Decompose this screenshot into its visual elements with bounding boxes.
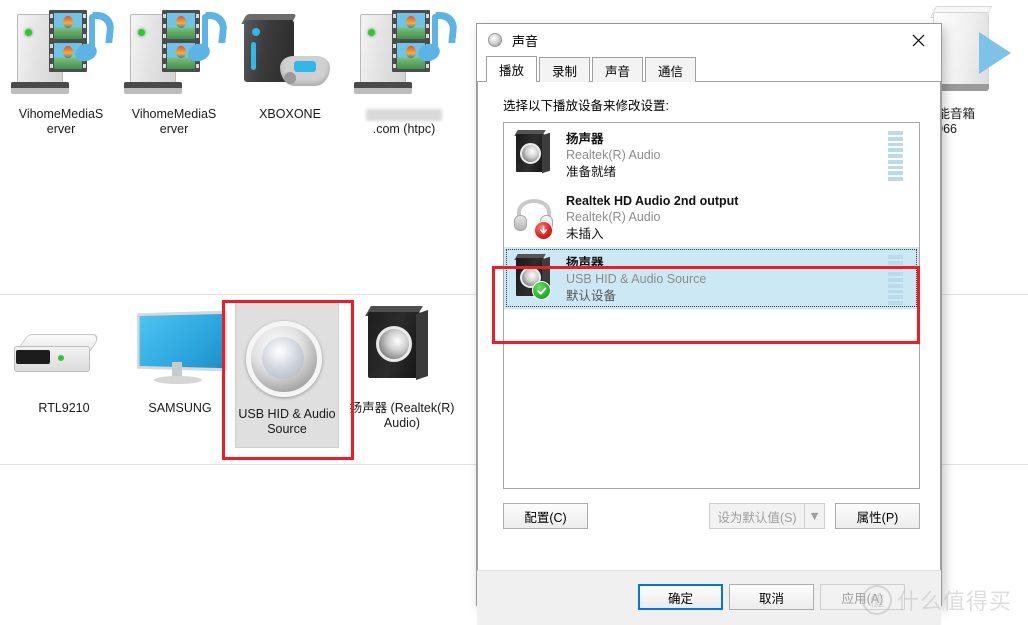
properties-button[interactable]: 属性(P) <box>835 503 920 529</box>
chevron-down-icon[interactable]: ▼ <box>804 503 825 529</box>
device-name: Realtek HD Audio 2nd output <box>566 194 739 208</box>
desktop-icon-htpc[interactable]: .com (htpc) <box>348 6 460 137</box>
volume-meter <box>888 131 903 182</box>
device-text-block: 扬声器 USB HID & Audio Source 默认设备 <box>566 253 888 305</box>
redacted-hostname <box>366 108 442 121</box>
dialog-tabs: 播放 录制 声音 通信 <box>477 56 941 82</box>
dialog-body: 选择以下播放设备来修改设置: 扬声器 Realtek(R) Audio 准备就绪 <box>477 82 941 570</box>
unplugged-badge-icon <box>534 221 553 240</box>
tab-communications[interactable]: 通信 <box>645 57 697 82</box>
tab-sounds[interactable]: 声音 <box>592 57 644 82</box>
dialog-title: 声音 <box>512 33 539 49</box>
cancel-button[interactable]: 取消 <box>729 584 814 610</box>
headphones-icon <box>510 191 560 243</box>
device-status: 默认设备 <box>566 289 617 303</box>
set-default-button[interactable]: 设为默认值(S) <box>709 503 804 529</box>
desktop-icon-usb-hid-audio-source[interactable]: USB HID & Audio Source <box>235 303 339 448</box>
desktop-icon-label: VihomeMediaS erver <box>18 107 104 136</box>
desktop-icon-label: 扬声器 (Realtek(R) Audio) <box>349 401 455 430</box>
volume-meter <box>888 193 903 243</box>
ok-button[interactable]: 确定 <box>638 584 723 610</box>
media-server-icon <box>9 6 116 104</box>
tab-recording[interactable]: 录制 <box>539 57 591 82</box>
media-server-icon <box>122 6 229 104</box>
speaker-box-icon <box>350 300 454 398</box>
speaker-icon <box>487 31 505 49</box>
close-icon[interactable] <box>895 24 941 56</box>
desktop-icon-vihomemediaserver-2[interactable]: VihomeMediaS erver <box>118 6 230 137</box>
device-list-item-realtek-2nd-output[interactable]: Realtek HD Audio 2nd output Realtek(R) A… <box>504 185 919 247</box>
device-list-item-speakers-usb[interactable]: 扬声器 USB HID & Audio Source 默认设备 <box>504 247 919 309</box>
default-device-check-icon <box>532 281 551 300</box>
playback-hint-text: 选择以下播放设备来修改设置: <box>503 99 669 113</box>
desktop-background: VihomeMediaS erver VihomeMediaS erver XB… <box>0 0 1028 625</box>
desktop-icon-label: XBOXONE <box>259 107 321 121</box>
desktop-icon-label: .com (htpc) <box>372 122 436 136</box>
desktop-icon-xboxone[interactable]: XBOXONE <box>234 6 346 122</box>
tab-playback[interactable]: 播放 <box>486 56 538 82</box>
external-drive-icon <box>12 300 116 398</box>
dialog-footer: 确定 取消 应用(A) <box>477 570 941 625</box>
desktop-icon-label: USB HID & Audio Source <box>238 407 336 436</box>
speaker-box-icon <box>510 129 560 181</box>
device-name: 扬声器 <box>566 132 604 146</box>
device-action-buttons: 配置(C) 设为默认值(S) ▼ 属性(P) <box>503 503 920 529</box>
set-default-split-button[interactable]: 设为默认值(S) ▼ <box>709 503 825 529</box>
desktop-icon-samsung[interactable]: SAMSUNG <box>124 300 236 416</box>
desktop-icon-speaker-realtek[interactable]: 扬声器 (Realtek(R) Audio) <box>346 300 458 431</box>
monitor-icon <box>128 300 232 398</box>
desktop-icon-rtl9210[interactable]: RTL9210 <box>8 300 120 416</box>
game-console-icon <box>238 6 342 104</box>
device-driver: Realtek(R) Audio <box>566 210 661 224</box>
device-driver: Realtek(R) Audio <box>566 148 661 162</box>
device-status: 准备就绪 <box>566 165 617 179</box>
desktop-icon-label: SAMSUNG <box>148 401 212 415</box>
desktop-icon-label: VihomeMediaS erver <box>131 107 217 136</box>
device-driver: USB HID & Audio Source <box>566 272 707 286</box>
media-server-icon <box>352 6 459 104</box>
apply-button[interactable]: 应用(A) <box>820 584 905 610</box>
desktop-icon-label: RTL9210 <box>38 401 90 415</box>
playback-device-list[interactable]: 扬声器 Realtek(R) Audio 准备就绪 Realtek HD Aud… <box>503 122 920 489</box>
device-name: 扬声器 <box>566 256 604 270</box>
configure-button[interactable]: 配置(C) <box>503 503 588 529</box>
sound-dialog: 声音 播放 录制 声音 通信 选择以下播放设备来修改设置: 扬声器 Realte… <box>476 23 942 625</box>
device-text-block: 扬声器 Realtek(R) Audio 准备就绪 <box>566 129 888 181</box>
volume-meter <box>888 255 903 306</box>
dialog-titlebar: 声音 <box>477 24 941 56</box>
device-status: 未插入 <box>566 227 604 241</box>
speaker-box-icon <box>510 253 560 305</box>
device-text-block: Realtek HD Audio 2nd output Realtek(R) A… <box>566 191 888 243</box>
usb-speaker-icon <box>236 309 340 404</box>
desktop-icon-vihomemediaserver-1[interactable]: VihomeMediaS erver <box>5 6 117 137</box>
device-list-item-speakers-realtek[interactable]: 扬声器 Realtek(R) Audio 准备就绪 <box>504 123 919 185</box>
